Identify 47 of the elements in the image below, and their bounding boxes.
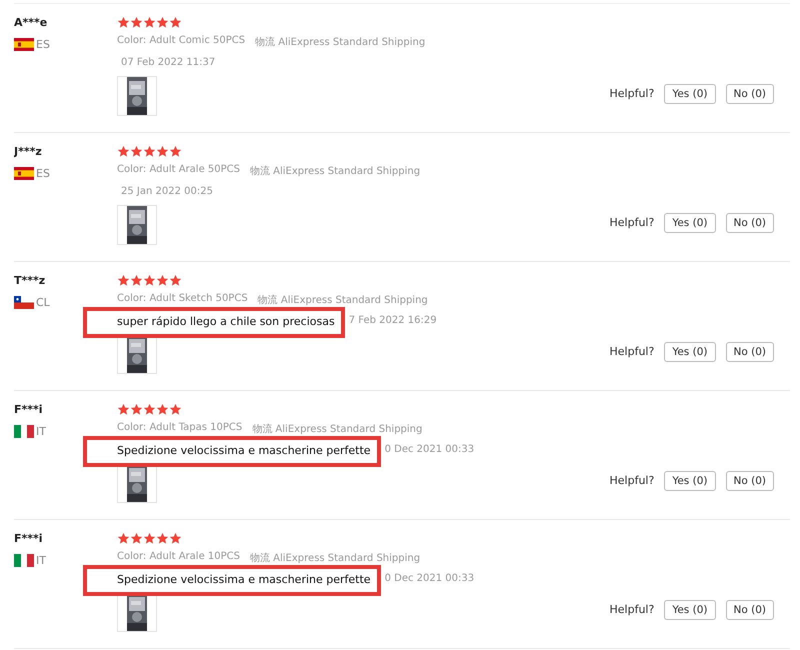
review-comment: Spedizione velocissima e mascherine perfette [83,565,381,596]
country-code: IT [36,425,46,438]
variant-text: Color: Adult Tapas 10PCS [117,422,242,435]
review-date: 7 Feb 2022 16:29 [348,315,437,326]
no-button[interactable]: No (0) [726,600,774,620]
yes-button[interactable]: Yes (0) [664,342,716,362]
flag-icon [14,554,34,567]
review-date: 0 Dec 2021 00:33 [384,573,474,584]
country-code: ES [36,38,50,51]
variant-text: Color: Adult Sketch 50PCS [117,293,248,306]
review-comment: Spedizione velocissima e mascherine perfette [83,436,381,467]
no-button[interactable]: No (0) [726,84,774,104]
reviewer-name: F***i [14,403,43,416]
helpful-label: Helpful? [610,345,654,360]
country-code: CL [36,296,50,309]
no-button[interactable]: No (0) [726,213,774,233]
shipping-text: 物流 AliExpress Standard Shipping [258,294,428,307]
no-button[interactable]: No (0) [726,342,774,362]
flag-icon [14,425,34,438]
shipping-text: 物流 AliExpress Standard Shipping [250,552,420,565]
flag-icon [14,38,34,51]
country-code: IT [36,554,46,567]
variant-text: Color: Adult Arale 50PCS [117,164,240,177]
reviewer-name: T***z [14,274,46,287]
review-date: 07 Feb 2022 11:37 [121,57,216,68]
shipping-text: 物流 AliExpress Standard Shipping [252,422,422,436]
review-date: 25 Jan 2022 00:25 [121,186,213,197]
flag-icon [14,167,34,180]
reviewer-name: F***i [14,532,43,545]
reviewer-name: A***e [14,16,48,29]
country-code: ES [36,167,50,180]
review-date: 0 Dec 2021 00:33 [384,444,474,455]
helpful-label: Helpful? [610,216,654,231]
yes-button[interactable]: Yes (0) [664,600,716,620]
no-button[interactable]: No (0) [726,471,774,491]
shipping-text: 物流 AliExpress Standard Shipping [250,164,420,178]
helpful-label: Helpful? [610,87,654,102]
yes-button[interactable]: Yes (0) [664,84,716,104]
helpful-label: Helpful? [610,603,654,618]
shipping-text: 物流 AliExpress Standard Shipping [255,36,426,49]
variant-text: Color: Adult Comic 50PCS [117,35,246,48]
variant-text: Color: Adult Arale 10PCS [117,551,240,564]
yes-button[interactable]: Yes (0) [664,213,716,233]
review-comment: super rápido llego a chile son preciosas [83,307,345,338]
yes-button[interactable]: Yes (0) [664,471,716,491]
helpful-label: Helpful? [610,474,654,489]
flag-icon [14,296,34,309]
